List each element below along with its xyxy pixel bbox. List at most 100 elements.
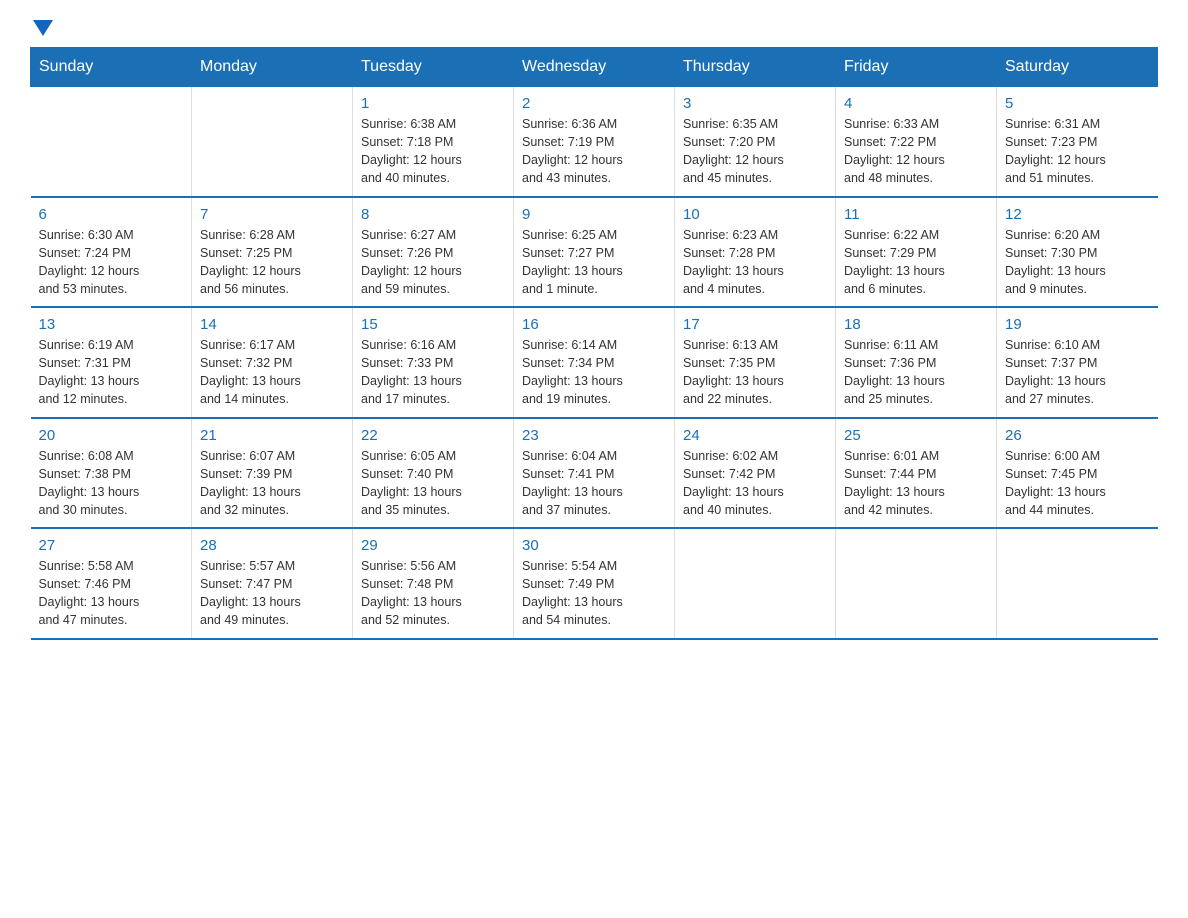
calendar-cell: 15Sunrise: 6:16 AM Sunset: 7:33 PM Dayli… xyxy=(353,307,514,418)
day-number: 18 xyxy=(844,316,988,333)
day-info: Sunrise: 6:20 AM Sunset: 7:30 PM Dayligh… xyxy=(1005,226,1150,299)
calendar-cell: 20 Sunrise: 6:08 AM Sunset: 7:38 PM Dayli… xyxy=(31,418,192,529)
calendar-cell: 30 Sunrise: 5:54 AM Sunset: 7:49 PM Dayli… xyxy=(514,528,675,639)
logo-triangle-icon xyxy=(33,20,53,41)
day-number: 1 xyxy=(361,95,505,112)
weekday-header-friday: Friday xyxy=(836,48,997,87)
weekday-header-saturday: Saturday xyxy=(997,48,1158,87)
day-number: 4 xyxy=(844,95,988,112)
day-info: Sunrise: 6:35 AM Sunset: 7:20 PM Dayligh… xyxy=(683,115,827,188)
calendar-cell: 19 Sunrise: 6:10 AM Sunset: 7:37 PM Dayli… xyxy=(997,307,1158,418)
calendar-cell: 3Sunrise: 6:35 AM Sunset: 7:20 PM Daylig… xyxy=(675,87,836,197)
day-info: Sunrise: 6:33 AM Sunset: 7:22 PM Dayligh… xyxy=(844,115,988,188)
day-number: 16 xyxy=(522,316,666,333)
calendar-cell xyxy=(997,528,1158,639)
day-number: 24 xyxy=(683,427,827,444)
calendar-cell: 10 Sunrise: 6:23 AM Sunset: 7:28 PM Dayli… xyxy=(675,197,836,308)
day-info: Sunrise: 5:58 AM Sunset: 7:46 PM Dayligh… xyxy=(39,557,184,630)
day-number: 30 xyxy=(522,537,666,554)
day-number: 2 xyxy=(522,95,666,112)
day-info: Sunrise: 6:28 AM Sunset: 7:25 PM Dayligh… xyxy=(200,226,344,299)
day-number: 7 xyxy=(200,206,344,223)
calendar-cell: 13 Sunrise: 6:19 AM Sunset: 7:31 PM Dayli… xyxy=(31,307,192,418)
calendar-cell: 2 Sunrise: 6:36 AM Sunset: 7:19 PM Daylig… xyxy=(514,87,675,197)
calendar-cell: 25Sunrise: 6:01 AM Sunset: 7:44 PM Dayli… xyxy=(836,418,997,529)
day-number: 12 xyxy=(1005,206,1150,223)
calendar-cell: 14 Sunrise: 6:17 AM Sunset: 7:32 PM Dayli… xyxy=(192,307,353,418)
calendar-cell: 7 Sunrise: 6:28 AM Sunset: 7:25 PM Daylig… xyxy=(192,197,353,308)
calendar-cell: 9Sunrise: 6:25 AM Sunset: 7:27 PM Daylig… xyxy=(514,197,675,308)
calendar-cell xyxy=(31,87,192,197)
day-number: 28 xyxy=(200,537,344,554)
day-info: Sunrise: 6:00 AM Sunset: 7:45 PM Dayligh… xyxy=(1005,447,1150,520)
day-info: Sunrise: 6:02 AM Sunset: 7:42 PM Dayligh… xyxy=(683,447,827,520)
calendar-cell: 26 Sunrise: 6:00 AM Sunset: 7:45 PM Dayli… xyxy=(997,418,1158,529)
day-number: 9 xyxy=(522,206,666,223)
calendar-cell: 27 Sunrise: 5:58 AM Sunset: 7:46 PM Dayli… xyxy=(31,528,192,639)
calendar-week-1: 1 Sunrise: 6:38 AM Sunset: 7:18 PM Daylig… xyxy=(31,87,1158,197)
calendar-cell: 18 Sunrise: 6:11 AM Sunset: 7:36 PM Dayli… xyxy=(836,307,997,418)
calendar-cell: 1 Sunrise: 6:38 AM Sunset: 7:18 PM Daylig… xyxy=(353,87,514,197)
day-info: Sunrise: 6:13 AM Sunset: 7:35 PM Dayligh… xyxy=(683,336,827,409)
calendar-cell: 4 Sunrise: 6:33 AM Sunset: 7:22 PM Daylig… xyxy=(836,87,997,197)
day-number: 13 xyxy=(39,316,184,333)
day-number: 27 xyxy=(39,537,184,554)
calendar-cell xyxy=(836,528,997,639)
day-number: 29 xyxy=(361,537,505,554)
page-header xyxy=(30,20,1158,37)
day-number: 23 xyxy=(522,427,666,444)
calendar-week-2: 6 Sunrise: 6:30 AM Sunset: 7:24 PM Daylig… xyxy=(31,197,1158,308)
day-number: 20 xyxy=(39,427,184,444)
day-info: Sunrise: 6:22 AM Sunset: 7:29 PM Dayligh… xyxy=(844,226,988,299)
day-info: Sunrise: 6:31 AM Sunset: 7:23 PM Dayligh… xyxy=(1005,115,1150,188)
day-info: Sunrise: 6:05 AM Sunset: 7:40 PM Dayligh… xyxy=(361,447,505,520)
day-number: 17 xyxy=(683,316,827,333)
calendar-cell xyxy=(192,87,353,197)
calendar-table: SundayMondayTuesdayWednesdayThursdayFrid… xyxy=(30,47,1158,640)
logo xyxy=(30,20,53,37)
calendar-cell xyxy=(675,528,836,639)
day-number: 8 xyxy=(361,206,505,223)
day-info: Sunrise: 6:19 AM Sunset: 7:31 PM Dayligh… xyxy=(39,336,184,409)
calendar-cell: 6 Sunrise: 6:30 AM Sunset: 7:24 PM Daylig… xyxy=(31,197,192,308)
weekday-header-wednesday: Wednesday xyxy=(514,48,675,87)
day-number: 26 xyxy=(1005,427,1150,444)
day-info: Sunrise: 6:30 AM Sunset: 7:24 PM Dayligh… xyxy=(39,226,184,299)
day-info: Sunrise: 5:54 AM Sunset: 7:49 PM Dayligh… xyxy=(522,557,666,630)
day-info: Sunrise: 6:27 AM Sunset: 7:26 PM Dayligh… xyxy=(361,226,505,299)
calendar-week-5: 27 Sunrise: 5:58 AM Sunset: 7:46 PM Dayli… xyxy=(31,528,1158,639)
day-info: Sunrise: 6:14 AM Sunset: 7:34 PM Dayligh… xyxy=(522,336,666,409)
day-number: 15 xyxy=(361,316,505,333)
calendar-cell: 11 Sunrise: 6:22 AM Sunset: 7:29 PM Dayli… xyxy=(836,197,997,308)
day-info: Sunrise: 6:04 AM Sunset: 7:41 PM Dayligh… xyxy=(522,447,666,520)
calendar-cell: 22 Sunrise: 6:05 AM Sunset: 7:40 PM Dayli… xyxy=(353,418,514,529)
calendar-cell: 12 Sunrise: 6:20 AM Sunset: 7:30 PM Dayli… xyxy=(997,197,1158,308)
day-info: Sunrise: 5:57 AM Sunset: 7:47 PM Dayligh… xyxy=(200,557,344,630)
day-number: 14 xyxy=(200,316,344,333)
calendar-cell: 5 Sunrise: 6:31 AM Sunset: 7:23 PM Daylig… xyxy=(997,87,1158,197)
day-number: 22 xyxy=(361,427,505,444)
weekday-header-tuesday: Tuesday xyxy=(353,48,514,87)
day-info: Sunrise: 6:38 AM Sunset: 7:18 PM Dayligh… xyxy=(361,115,505,188)
day-number: 21 xyxy=(200,427,344,444)
day-info: Sunrise: 6:10 AM Sunset: 7:37 PM Dayligh… xyxy=(1005,336,1150,409)
calendar-week-4: 20 Sunrise: 6:08 AM Sunset: 7:38 PM Dayli… xyxy=(31,418,1158,529)
day-info: Sunrise: 6:23 AM Sunset: 7:28 PM Dayligh… xyxy=(683,226,827,299)
day-info: Sunrise: 6:11 AM Sunset: 7:36 PM Dayligh… xyxy=(844,336,988,409)
calendar-cell: 21Sunrise: 6:07 AM Sunset: 7:39 PM Dayli… xyxy=(192,418,353,529)
day-info: Sunrise: 6:17 AM Sunset: 7:32 PM Dayligh… xyxy=(200,336,344,409)
day-info: Sunrise: 6:08 AM Sunset: 7:38 PM Dayligh… xyxy=(39,447,184,520)
day-number: 11 xyxy=(844,206,988,223)
day-info: Sunrise: 6:01 AM Sunset: 7:44 PM Dayligh… xyxy=(844,447,988,520)
day-number: 5 xyxy=(1005,95,1150,112)
calendar-cell: 24 Sunrise: 6:02 AM Sunset: 7:42 PM Dayli… xyxy=(675,418,836,529)
day-number: 10 xyxy=(683,206,827,223)
weekday-header-thursday: Thursday xyxy=(675,48,836,87)
day-number: 6 xyxy=(39,206,184,223)
day-info: Sunrise: 6:36 AM Sunset: 7:19 PM Dayligh… xyxy=(522,115,666,188)
calendar-cell: 8 Sunrise: 6:27 AM Sunset: 7:26 PM Daylig… xyxy=(353,197,514,308)
day-info: Sunrise: 5:56 AM Sunset: 7:48 PM Dayligh… xyxy=(361,557,505,630)
day-number: 19 xyxy=(1005,316,1150,333)
weekday-header-sunday: Sunday xyxy=(31,48,192,87)
weekday-header-monday: Monday xyxy=(192,48,353,87)
